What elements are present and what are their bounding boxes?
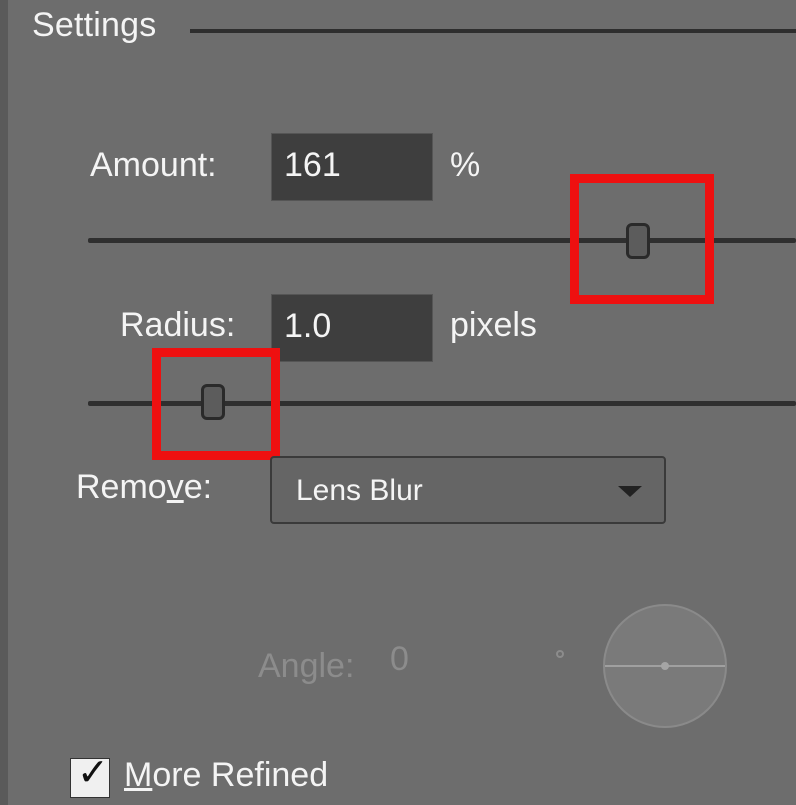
settings-section-title: Settings bbox=[32, 6, 157, 44]
degree-icon bbox=[556, 650, 564, 658]
section-divider bbox=[190, 29, 796, 33]
radius-label: Radius: bbox=[120, 306, 236, 344]
more-refined-checkbox[interactable]: ✓ bbox=[70, 753, 110, 798]
panel-edge bbox=[0, 0, 8, 805]
amount-input[interactable]: 161 bbox=[271, 133, 433, 201]
remove-dropdown[interactable]: Lens Blur bbox=[270, 456, 666, 524]
unsharp-settings-panel: Settings Amount: 161 % Radius: 1.0 pixel… bbox=[0, 0, 796, 805]
checkmark-icon: ✓ bbox=[77, 750, 109, 794]
angle-label: Angle: bbox=[258, 647, 355, 685]
amount-label: Amount: bbox=[90, 146, 217, 184]
chevron-down-icon bbox=[618, 486, 642, 497]
amount-thumb-highlight bbox=[570, 174, 714, 304]
angle-value: 0 bbox=[390, 640, 409, 678]
angle-dial-center bbox=[661, 662, 669, 670]
angle-dial-icon[interactable] bbox=[603, 604, 727, 728]
more-refined-label[interactable]: More Refined bbox=[124, 756, 328, 795]
amount-unit: % bbox=[450, 146, 481, 184]
radius-unit: pixels bbox=[450, 306, 537, 344]
remove-label: Remove: bbox=[76, 468, 213, 506]
radius-input[interactable]: 1.0 bbox=[271, 294, 433, 362]
radius-thumb-highlight bbox=[152, 348, 280, 460]
remove-dropdown-value: Lens Blur bbox=[296, 474, 423, 507]
